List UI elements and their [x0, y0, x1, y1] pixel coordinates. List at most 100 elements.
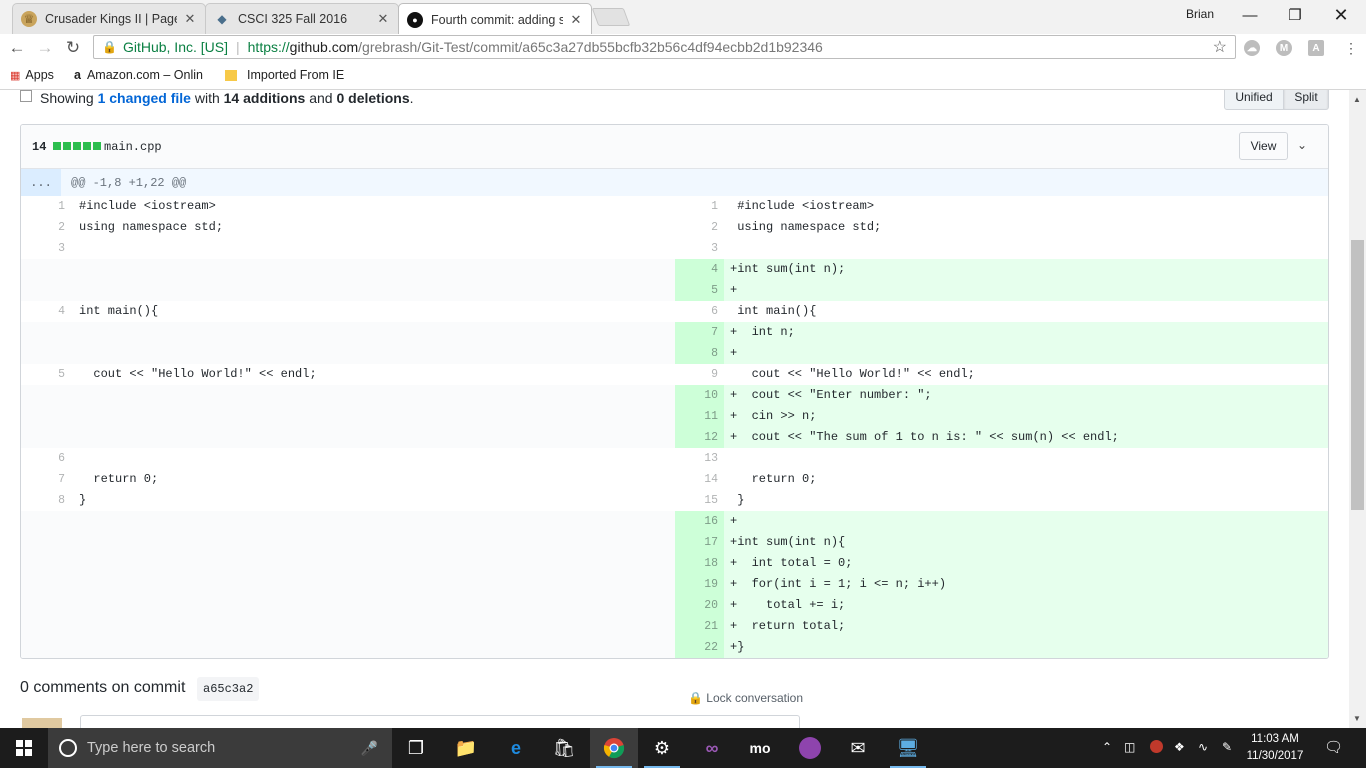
visual-studio-icon[interactable]: ∞ [688, 728, 736, 768]
task-view-icon[interactable]: ❐ [392, 728, 440, 768]
secure-lock-icon[interactable]: 🔒 [102, 40, 117, 54]
chevron-down-icon[interactable]: ⌄ [1297, 138, 1307, 152]
right-line-number[interactable]: 7 [675, 322, 724, 343]
minimize-icon[interactable]: — [1227, 0, 1273, 30]
edge-icon[interactable]: e [492, 728, 540, 768]
right-line-number[interactable]: 2 [675, 217, 724, 238]
left-line-number[interactable] [21, 616, 71, 637]
right-line-number[interactable]: 19 [675, 574, 724, 595]
mcafee-icon[interactable] [1150, 740, 1163, 756]
tab-csci-325[interactable]: ◆ CSCI 325 Fall 2016 ✕ [205, 3, 399, 34]
pen-icon[interactable]: ✎ [1222, 740, 1232, 754]
right-line-number[interactable]: 21 [675, 616, 724, 637]
bookmark-imported-from-ie[interactable]: Imported From IE [225, 68, 344, 82]
expand-hunk-button[interactable]: ... [21, 169, 61, 196]
left-line-number[interactable]: 4 [21, 301, 71, 322]
steam-icon[interactable]: ⚙ [638, 728, 686, 768]
action-center-icon[interactable]: 🗨 [1324, 738, 1343, 756]
right-line-number[interactable]: 8 [675, 343, 724, 364]
chrome-icon[interactable] [590, 728, 638, 768]
scrollbar-thumb[interactable] [1351, 240, 1364, 510]
left-line-number[interactable]: 2 [21, 217, 71, 238]
close-tab-icon[interactable]: ✕ [376, 11, 390, 27]
scroll-up-icon[interactable]: ▲ [1353, 95, 1361, 104]
right-line-number[interactable]: 6 [675, 301, 724, 322]
left-line-number[interactable] [21, 322, 71, 343]
left-line-number[interactable] [21, 427, 71, 448]
left-line-number[interactable] [21, 385, 71, 406]
left-line-number[interactable]: 7 [21, 469, 71, 490]
right-line-number[interactable]: 15 [675, 490, 724, 511]
avatar[interactable] [22, 718, 62, 728]
left-line-number[interactable] [21, 595, 71, 616]
chrome-menu-icon[interactable]: ⋮ [1340, 37, 1362, 59]
right-line-number[interactable]: 14 [675, 469, 724, 490]
right-line-number[interactable]: 22 [675, 637, 724, 658]
split-view-button[interactable]: Split [1283, 90, 1329, 110]
right-line-number[interactable]: 11 [675, 406, 724, 427]
bookmark-star-icon[interactable]: ☆ [1213, 37, 1227, 57]
wifi-icon[interactable]: ∿ [1198, 740, 1208, 754]
tab-fourth-commit[interactable]: ● Fourth commit: adding s ✕ [398, 3, 592, 35]
close-tab-icon[interactable]: ✕ [183, 11, 197, 27]
battery-icon[interactable]: ◫ [1124, 740, 1135, 754]
right-line-number[interactable]: 16 [675, 511, 724, 532]
right-line-number[interactable]: 1 [675, 196, 724, 217]
left-line-number[interactable] [21, 343, 71, 364]
left-line-number[interactable] [21, 574, 71, 595]
close-window-icon[interactable]: ✕ [1318, 0, 1364, 30]
right-line-number[interactable]: 20 [675, 595, 724, 616]
close-tab-icon[interactable]: ✕ [569, 12, 583, 28]
windows-start-icon[interactable] [0, 728, 48, 768]
right-line-number[interactable]: 10 [675, 385, 724, 406]
left-line-number[interactable]: 5 [21, 364, 71, 385]
left-line-number[interactable] [21, 259, 71, 280]
unified-view-button[interactable]: Unified [1224, 90, 1284, 110]
left-line-number[interactable] [21, 553, 71, 574]
left-line-number[interactable] [21, 637, 71, 658]
tab-crusader-kings[interactable]: ♕ Crusader Kings II | Page 9 ✕ [12, 3, 206, 34]
comment-box[interactable] [80, 715, 800, 728]
restore-icon[interactable]: ❐ [1272, 0, 1318, 30]
pdf-extension-icon[interactable]: A [1308, 40, 1324, 56]
store-icon[interactable]: 🛍 [540, 728, 588, 768]
microphone-icon[interactable]: 🎤 [361, 740, 378, 757]
right-line-number[interactable]: 12 [675, 427, 724, 448]
address-bar[interactable]: 🔒 GitHub, Inc. [US] | https://github.com… [93, 35, 1236, 59]
left-line-number[interactable] [21, 511, 71, 532]
network-app-icon[interactable]: 🖥 [884, 728, 932, 768]
left-line-number[interactable] [21, 406, 71, 427]
new-tab-button[interactable] [591, 8, 631, 26]
system-clock[interactable]: 11:03 AM 11/30/2017 [1240, 731, 1310, 765]
scroll-down-icon[interactable]: ▼ [1353, 714, 1361, 723]
goo-app-icon[interactable] [786, 728, 834, 768]
forward-icon[interactable]: → [34, 37, 56, 59]
page-scrollbar[interactable]: ▲ ▼ [1349, 90, 1366, 728]
show-hidden-icons-icon[interactable]: ⌃ [1102, 740, 1112, 754]
file-name[interactable]: main.cpp [104, 140, 162, 154]
right-line-number[interactable]: 3 [675, 238, 724, 259]
mail-icon[interactable]: ✉ [834, 728, 882, 768]
left-line-number[interactable]: 8 [21, 490, 71, 511]
right-line-number[interactable]: 9 [675, 364, 724, 385]
bookmark-amazon[interactable]: a Amazon.com – Onlin [74, 68, 203, 82]
site-identity[interactable]: GitHub, Inc. [US] [123, 39, 228, 55]
m-extension-icon[interactable]: M [1276, 40, 1292, 56]
left-line-number[interactable] [21, 280, 71, 301]
cloud-extension-icon[interactable]: ☁ [1244, 40, 1260, 56]
left-line-number[interactable]: 3 [21, 238, 71, 259]
changed-files-link[interactable]: 1 changed file [98, 90, 191, 106]
right-line-number[interactable]: 17 [675, 532, 724, 553]
taskbar-search[interactable]: Type here to search 🎤 [48, 728, 392, 768]
file-explorer-icon[interactable]: 📁 [442, 728, 490, 768]
mo-app-icon[interactable]: mo [736, 728, 784, 768]
right-line-number[interactable]: 5 [675, 280, 724, 301]
left-line-number[interactable]: 1 [21, 196, 71, 217]
dropbox-icon[interactable]: ❖ [1174, 740, 1185, 754]
right-line-number[interactable]: 18 [675, 553, 724, 574]
profile-name[interactable]: Brian [1186, 7, 1214, 21]
bookmark-apps[interactable]: ▦ Apps [10, 68, 54, 82]
view-file-button[interactable]: View [1239, 132, 1288, 160]
right-line-number[interactable]: 13 [675, 448, 724, 469]
lock-conversation-button[interactable]: 🔒 Lock conversation [688, 691, 803, 705]
